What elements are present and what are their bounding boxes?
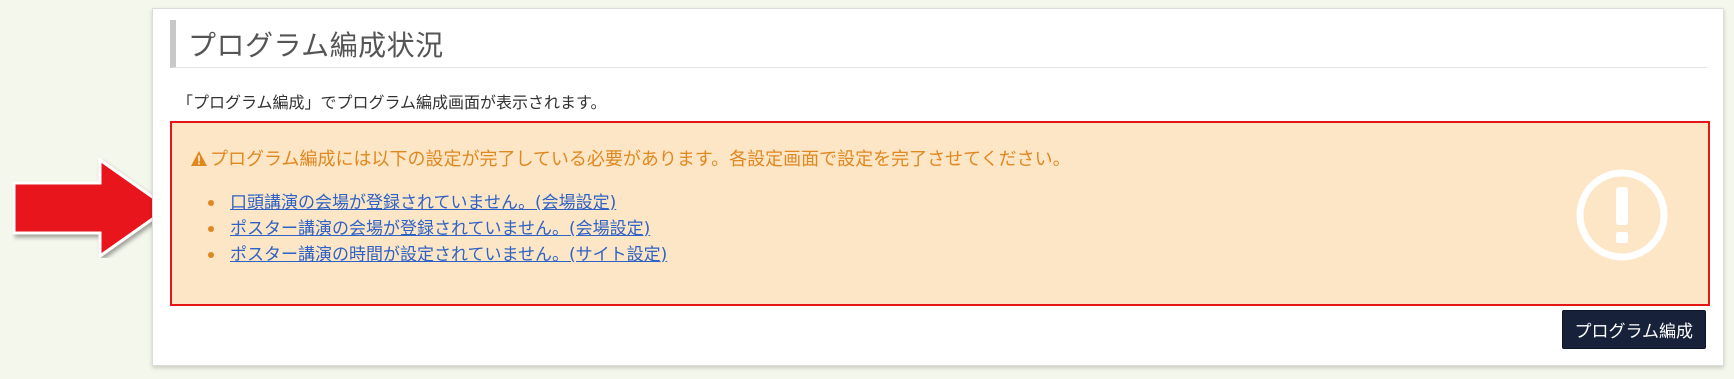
settings-warning-alert: プログラム編成には以下の設定が完了している必要があります。各設定画面で設定を完了… <box>170 121 1710 306</box>
issue-list: 口頭講演の会場が登録されていません。(会場設定) ポスター講演の会場が登録されて… <box>190 190 667 268</box>
issue-link-poster-venue[interactable]: ポスター講演の会場が登録されていません。(会場設定) <box>230 216 650 242</box>
bullet-icon <box>208 252 214 258</box>
issue-link-oral-venue[interactable]: 口頭講演の会場が登録されていません。(会場設定) <box>230 190 616 216</box>
program-status-panel: プログラム編成状況 「プログラム編成」でプログラム編成画面が表示されます。 プロ… <box>152 8 1724 366</box>
panel-header: プログラム編成状況 <box>170 20 1707 68</box>
list-item: ポスター講演の時間が設定されていません。(サイト設定) <box>190 242 667 268</box>
program-compose-button[interactable]: プログラム編成 <box>1561 310 1706 349</box>
bullet-icon <box>208 200 214 206</box>
bullet-icon <box>208 226 214 232</box>
exclamation-circle-icon <box>1576 169 1668 261</box>
list-item: 口頭講演の会場が登録されていません。(会場設定) <box>190 190 667 216</box>
issue-link-poster-time[interactable]: ポスター講演の時間が設定されていません。(サイト設定) <box>230 242 667 268</box>
intro-text: 「プログラム編成」でプログラム編成画面が表示されます。 <box>177 93 607 112</box>
warning-triangle-icon <box>191 150 207 166</box>
red-arrow-right-icon <box>12 158 170 258</box>
page-title: プログラム編成状況 <box>188 28 444 62</box>
list-item: ポスター講演の会場が登録されていません。(会場設定) <box>190 216 667 242</box>
alert-heading: プログラム編成には以下の設定が完了している必要があります。各設定画面で設定を完了… <box>190 145 1071 171</box>
alert-heading-text: プログラム編成には以下の設定が完了している必要があります。各設定画面で設定を完了… <box>210 149 1071 170</box>
